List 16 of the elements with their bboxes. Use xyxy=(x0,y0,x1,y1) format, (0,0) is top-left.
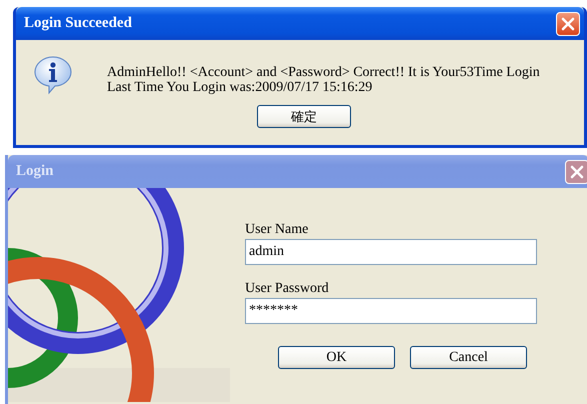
confirm-button[interactable]: 確定 xyxy=(257,105,351,128)
input-field[interactable]: admin xyxy=(245,239,537,265)
info-icon xyxy=(33,55,73,95)
close-icon xyxy=(561,16,575,30)
message-text: Last Time You Login was:2009/07/17 15:16:29 xyxy=(107,80,374,95)
dialog-button[interactable]: Cancel xyxy=(410,346,527,369)
window-title: Login Succeeded xyxy=(24,15,132,32)
field-label: User Name xyxy=(245,222,310,238)
window-title: Login xyxy=(16,163,54,180)
dialog-button[interactable]: OK xyxy=(278,346,395,369)
field-label: User Password xyxy=(245,281,330,297)
close-button[interactable] xyxy=(565,160,587,184)
close-button[interactable] xyxy=(556,12,580,36)
input-field[interactable]: ******* xyxy=(245,298,537,324)
close-icon xyxy=(570,164,584,178)
message-text: AdminHello!! <Account> and <Password> Correct!! It is Your53Time Login xyxy=(107,65,540,80)
